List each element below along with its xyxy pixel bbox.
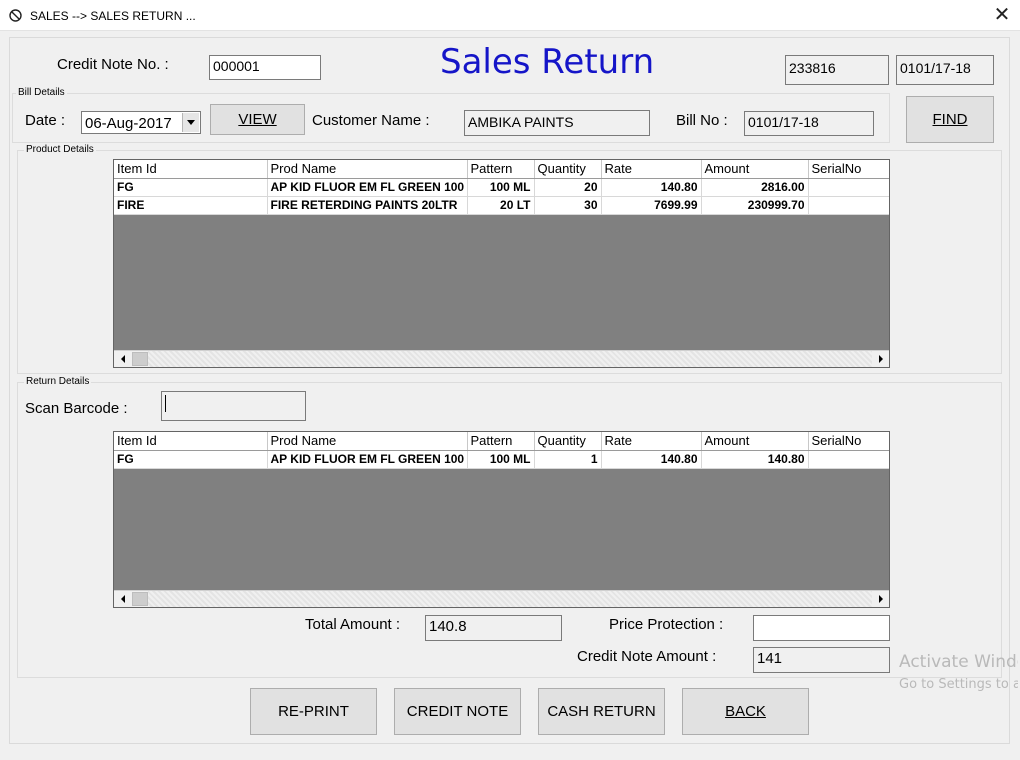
col-prod-name[interactable]: Prod Name <box>267 432 468 451</box>
scrollbar-thumb[interactable] <box>132 592 148 606</box>
credit-note-button[interactable]: CREDIT NOTE <box>394 688 521 735</box>
scroll-left-icon[interactable] <box>114 351 131 367</box>
col-serial-no[interactable]: SerialNo <box>808 160 889 179</box>
cell-rate[interactable]: 7699.99 <box>601 196 702 215</box>
cell-item-id[interactable]: FG <box>114 178 268 197</box>
total-amount-field[interactable]: 140.8 <box>425 615 562 641</box>
activation-watermark-title: Activate Windows <box>899 652 1018 672</box>
window-title: SALES --> SALES RETURN ... <box>30 9 196 23</box>
product-grid-header: Item Id Prod Name Pattern Quantity Rate … <box>114 160 889 179</box>
total-amount-label: Total Amount : <box>305 616 401 633</box>
scan-barcode-label: Scan Barcode : <box>25 400 128 417</box>
col-quantity[interactable]: Quantity <box>534 160 602 179</box>
customer-name-field[interactable]: AMBIKA PAINTS <box>464 110 650 136</box>
cash-return-button[interactable]: CASH RETURN <box>538 688 665 735</box>
credit-note-amount-field[interactable]: 141 <box>753 647 890 673</box>
price-protection-field[interactable] <box>753 615 890 641</box>
date-picker[interactable]: 06-Aug-2017 <box>81 111 201 134</box>
cell-pattern[interactable]: 20 LT <box>467 196 535 215</box>
product-grid[interactable]: Item Id Prod Name Pattern Quantity Rate … <box>113 159 890 368</box>
horizontal-scrollbar[interactable] <box>114 590 889 607</box>
scroll-right-icon[interactable] <box>872 591 889 607</box>
counter-field[interactable]: 233816 <box>785 55 889 85</box>
date-label: Date : <box>25 112 66 129</box>
col-item-id[interactable]: Item Id <box>114 160 268 179</box>
find-button[interactable]: FIND <box>906 96 994 143</box>
scroll-right-icon[interactable] <box>872 351 889 367</box>
cell-item-id[interactable]: FIRE <box>114 196 268 215</box>
col-item-id[interactable]: Item Id <box>114 432 268 451</box>
cell-prod-name[interactable]: FIRE RETERDING PAINTS 20LTR <box>267 196 468 215</box>
col-serial-no[interactable]: SerialNo <box>808 432 889 451</box>
cell-item-id[interactable]: FG <box>114 450 268 469</box>
cell-rate[interactable]: 140.80 <box>601 450 702 469</box>
bill-details-legend: Bill Details <box>16 87 67 98</box>
return-details-legend: Return Details <box>24 376 92 387</box>
return-grid-header: Item Id Prod Name Pattern Quantity Rate … <box>114 432 889 451</box>
scrollbar-thumb[interactable] <box>132 352 148 366</box>
view-button[interactable]: VIEW <box>210 104 305 135</box>
cell-amount[interactable]: 2816.00 <box>701 178 809 197</box>
page-title: Sales Return <box>440 42 655 82</box>
back-button[interactable]: BACK <box>682 688 809 735</box>
financial-year-field[interactable]: 0101/17-18 <box>896 55 994 85</box>
chevron-down-icon[interactable] <box>182 113 199 132</box>
cell-quantity[interactable]: 20 <box>534 178 602 197</box>
table-row[interactable]: FIRE FIRE RETERDING PAINTS 20LTR 20 LT 3… <box>114 196 889 215</box>
cell-amount[interactable]: 230999.70 <box>701 196 809 215</box>
cell-serial-no[interactable] <box>808 450 889 469</box>
credit-note-no-label: Credit Note No. : <box>57 56 169 73</box>
cell-serial-no[interactable] <box>808 196 889 215</box>
cell-rate[interactable]: 140.80 <box>601 178 702 197</box>
col-rate[interactable]: Rate <box>601 432 702 451</box>
cell-quantity[interactable]: 30 <box>534 196 602 215</box>
text-caret <box>165 395 166 412</box>
col-amount[interactable]: Amount <box>701 432 809 451</box>
col-quantity[interactable]: Quantity <box>534 432 602 451</box>
date-value: 06-Aug-2017 <box>85 115 172 132</box>
col-rate[interactable]: Rate <box>601 160 702 179</box>
price-protection-label: Price Protection : <box>609 616 724 633</box>
cell-serial-no[interactable] <box>808 178 889 197</box>
col-prod-name[interactable]: Prod Name <box>267 160 468 179</box>
scrollbar-track[interactable] <box>148 351 872 367</box>
cell-pattern[interactable]: 100 ML <box>467 178 535 197</box>
cell-amount[interactable]: 140.80 <box>701 450 809 469</box>
scroll-left-icon[interactable] <box>114 591 131 607</box>
cell-prod-name[interactable]: AP KID FLUOR EM FL GREEN 100 <box>267 450 468 469</box>
table-row[interactable]: FG AP KID FLUOR EM FL GREEN 100 100 ML 2… <box>114 178 889 197</box>
reprint-button[interactable]: RE-PRINT <box>250 688 377 735</box>
product-details-legend: Product Details <box>24 144 96 155</box>
close-icon[interactable]: ✕ <box>989 4 1015 28</box>
credit-note-no-field[interactable]: 000001 <box>209 55 321 80</box>
col-amount[interactable]: Amount <box>701 160 809 179</box>
col-pattern[interactable]: Pattern <box>467 432 535 451</box>
col-pattern[interactable]: Pattern <box>467 160 535 179</box>
bill-no-field[interactable]: 0101/17-18 <box>744 111 874 136</box>
cell-prod-name[interactable]: AP KID FLUOR EM FL GREEN 100 <box>267 178 468 197</box>
title-bar: SALES --> SALES RETURN ... ✕ <box>0 0 1020 31</box>
activation-watermark-subtitle: Go to Settings to activate Windows. <box>899 677 1018 692</box>
credit-note-amount-label: Credit Note Amount : <box>577 648 717 665</box>
no-entry-icon <box>9 9 22 22</box>
return-grid[interactable]: Item Id Prod Name Pattern Quantity Rate … <box>113 431 890 608</box>
scan-barcode-input[interactable] <box>161 391 306 421</box>
cell-quantity[interactable]: 1 <box>534 450 602 469</box>
customer-name-label: Customer Name : <box>312 112 430 129</box>
table-row[interactable]: FG AP KID FLUOR EM FL GREEN 100 100 ML 1… <box>114 450 889 469</box>
horizontal-scrollbar[interactable] <box>114 350 889 367</box>
cell-pattern[interactable]: 100 ML <box>467 450 535 469</box>
scrollbar-track[interactable] <box>148 591 872 607</box>
bill-no-label: Bill No : <box>676 112 728 129</box>
